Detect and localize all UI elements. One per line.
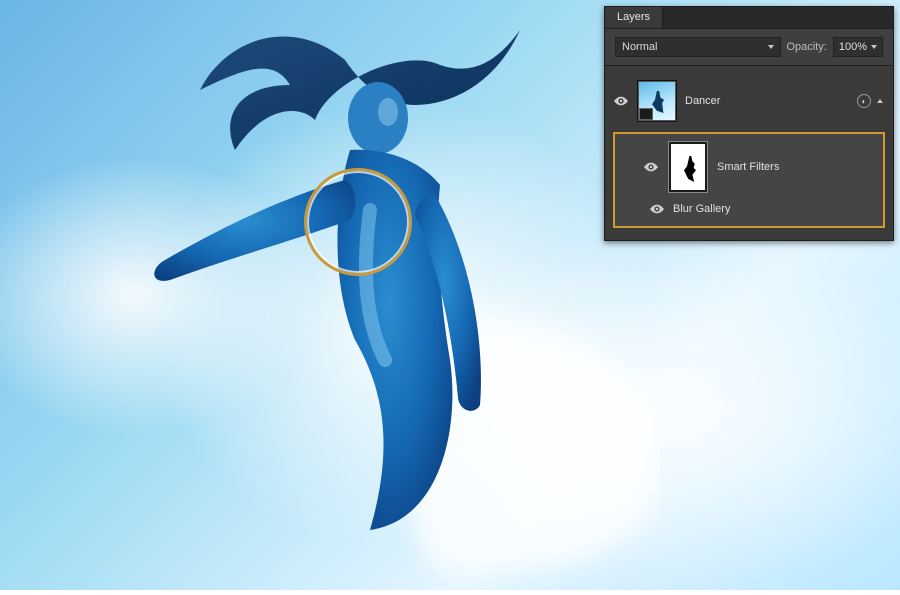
smart-filters-label: Smart Filters [717, 161, 779, 173]
smart-filters-block: Smart Filters Blur Gallery [613, 132, 885, 228]
panel-tab-bar: Layers [605, 7, 893, 29]
visibility-toggle[interactable] [649, 202, 665, 216]
blend-mode-select[interactable]: Normal [615, 37, 781, 57]
filter-mask-thumbnail[interactable] [669, 142, 707, 192]
layer-thumbnail[interactable] [637, 80, 677, 122]
eye-icon [644, 162, 658, 172]
focus-indicator-ring [304, 168, 412, 276]
opacity-value: 100% [839, 41, 867, 53]
smart-filters-row[interactable]: Smart Filters [621, 140, 877, 198]
layer-options-row: Normal Opacity: 100% [605, 29, 893, 66]
layers-list: Dancer ◐ Smart Filters [605, 66, 893, 240]
visibility-toggle[interactable] [643, 160, 659, 174]
blend-mode-value: Normal [622, 41, 657, 53]
chevron-down-icon [768, 45, 774, 49]
layers-panel: Layers Normal Opacity: 100% Dancer [604, 6, 894, 241]
filter-row-blur-gallery[interactable]: Blur Gallery [621, 198, 877, 218]
layer-name[interactable]: Dancer [685, 95, 849, 107]
tab-bar-spacer [663, 7, 893, 28]
filter-indicator-icon[interactable]: ◐ [857, 94, 871, 108]
eye-icon [614, 96, 628, 106]
chevron-down-icon [871, 45, 877, 49]
layer-row-icons: ◐ [857, 94, 883, 108]
tab-layers[interactable]: Layers [605, 7, 663, 28]
eye-icon [650, 204, 664, 214]
opacity-label: Opacity: [787, 41, 827, 53]
smart-object-badge-icon [639, 108, 653, 120]
layer-row-dancer[interactable]: Dancer ◐ [605, 76, 893, 126]
filter-name: Blur Gallery [673, 203, 730, 215]
expand-caret-icon[interactable] [877, 99, 883, 103]
visibility-toggle[interactable] [613, 94, 629, 108]
opacity-field[interactable]: 100% [833, 37, 883, 57]
